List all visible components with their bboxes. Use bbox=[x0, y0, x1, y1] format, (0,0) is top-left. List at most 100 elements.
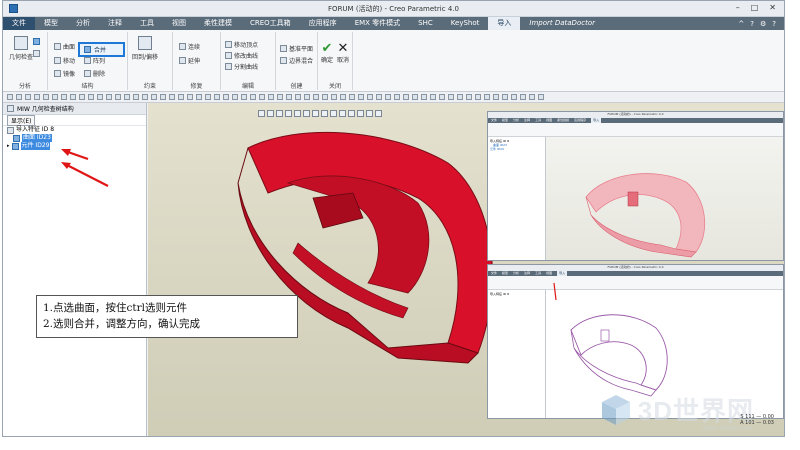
extend-button[interactable]: 延伸 bbox=[179, 56, 200, 65]
info-icon[interactable]: ? bbox=[772, 20, 776, 28]
toolbar-tool-icon[interactable] bbox=[304, 94, 310, 100]
tab-view[interactable]: 视图 bbox=[163, 17, 195, 30]
toolbar-tool-icon[interactable] bbox=[52, 94, 58, 100]
toolbar-tool-icon[interactable] bbox=[196, 94, 202, 100]
cancel-button[interactable]: ✕ 取消 bbox=[337, 42, 349, 64]
toolbar-tool-icon[interactable] bbox=[250, 94, 256, 100]
toolbar-tool-icon[interactable] bbox=[403, 94, 409, 100]
pattern-button[interactable]: 阵列 bbox=[84, 56, 105, 65]
geometry-check-button[interactable]: 几何检查 bbox=[9, 36, 33, 61]
view-tool-icon[interactable] bbox=[321, 110, 328, 117]
tab-tools[interactable]: 工具 bbox=[131, 17, 163, 30]
view-tool-icon[interactable] bbox=[276, 110, 283, 117]
toolbar-tool-icon[interactable] bbox=[160, 94, 166, 100]
toolbar-tool-icon[interactable] bbox=[538, 94, 544, 100]
split-curve-button[interactable]: 分割曲线 bbox=[225, 62, 258, 71]
toolbar-tool-icon[interactable] bbox=[349, 94, 355, 100]
toolbar-tool-icon[interactable] bbox=[268, 94, 274, 100]
toolbar-tool-icon[interactable] bbox=[124, 94, 130, 100]
ok-button[interactable]: ✔ 确定 bbox=[321, 42, 333, 64]
toolbar-tool-icon[interactable] bbox=[322, 94, 328, 100]
toolbar-tool-icon[interactable] bbox=[241, 94, 247, 100]
surface-button[interactable]: 曲面 bbox=[54, 42, 75, 51]
view-tool-icon[interactable] bbox=[339, 110, 346, 117]
view-tool-icon[interactable] bbox=[330, 110, 337, 117]
modify-curve-button[interactable]: 修改曲线 bbox=[225, 51, 258, 60]
toolbar-tool-icon[interactable] bbox=[223, 94, 229, 100]
view-tool-icon[interactable] bbox=[258, 110, 265, 117]
view-tool-icon[interactable] bbox=[357, 110, 364, 117]
toolbar-tool-icon[interactable] bbox=[358, 94, 364, 100]
toolbar-tool-icon[interactable] bbox=[25, 94, 31, 100]
toolbar-tool-icon[interactable] bbox=[70, 94, 76, 100]
toolbar-tool-icon[interactable] bbox=[259, 94, 265, 100]
tab-file[interactable]: 文件 bbox=[3, 17, 35, 30]
toolbar-tool-icon[interactable] bbox=[142, 94, 148, 100]
toolbar-tool-icon[interactable] bbox=[385, 94, 391, 100]
toolbar-tool-icon[interactable] bbox=[520, 94, 526, 100]
toolbar-tool-icon[interactable] bbox=[466, 94, 472, 100]
mirror-button[interactable]: 镜像 bbox=[54, 69, 75, 78]
toolbar-tool-icon[interactable] bbox=[79, 94, 85, 100]
toolbar-tool-icon[interactable] bbox=[421, 94, 427, 100]
view-tool-icon[interactable] bbox=[294, 110, 301, 117]
view-tool-icon[interactable] bbox=[312, 110, 319, 117]
toolbar-tool-icon[interactable] bbox=[169, 94, 175, 100]
view-tool-icon[interactable] bbox=[303, 110, 310, 117]
view-tool-icon[interactable] bbox=[375, 110, 382, 117]
delete-button[interactable]: 删除 bbox=[84, 69, 105, 78]
toolbar-tool-icon[interactable] bbox=[511, 94, 517, 100]
view-tool-icon[interactable] bbox=[348, 110, 355, 117]
toolbar-tool-icon[interactable] bbox=[475, 94, 481, 100]
tree-filter[interactable]: 显示(E) bbox=[3, 114, 146, 126]
toolbar-tool-icon[interactable] bbox=[394, 94, 400, 100]
toolbar-tool-icon[interactable] bbox=[187, 94, 193, 100]
view-tool-icon[interactable] bbox=[267, 110, 274, 117]
toolbar-tool-icon[interactable] bbox=[457, 94, 463, 100]
tab-creo-toolbox[interactable]: CREO工具箱 bbox=[241, 17, 300, 30]
toolbar-tool-icon[interactable] bbox=[430, 94, 436, 100]
move-vertex-button[interactable]: 移动顶点 bbox=[225, 40, 258, 49]
tab-flexible-modeling[interactable]: 柔性建模 bbox=[195, 17, 241, 30]
toolbar-tool-icon[interactable] bbox=[106, 94, 112, 100]
toolbar-tool-icon[interactable] bbox=[412, 94, 418, 100]
back-offset-button[interactable]: 回到/偏移 bbox=[132, 36, 158, 61]
tab-annotate[interactable]: 注释 bbox=[99, 17, 131, 30]
boundary-blend-button[interactable]: 边界混合 bbox=[280, 56, 313, 65]
tab-emx-part-mode[interactable]: EMX 零件模式 bbox=[346, 17, 409, 30]
close-button[interactable]: ✕ bbox=[769, 3, 776, 12]
toolbar-tool-icon[interactable] bbox=[88, 94, 94, 100]
merge-button[interactable]: 合并 bbox=[78, 42, 125, 57]
toolbar-tool-icon[interactable] bbox=[529, 94, 535, 100]
tab-import-datadoctor[interactable]: Import DataDoctor bbox=[520, 17, 604, 30]
tab-shc[interactable]: SHC bbox=[409, 17, 442, 30]
toolbar-tool-icon[interactable] bbox=[331, 94, 337, 100]
toolbar-tool-icon[interactable] bbox=[502, 94, 508, 100]
help-icon[interactable]: ? bbox=[750, 20, 754, 28]
toolbar-tool-icon[interactable] bbox=[34, 94, 40, 100]
toolbar-tool-icon[interactable] bbox=[115, 94, 121, 100]
toolbar-tool-icon[interactable] bbox=[232, 94, 238, 100]
toolbar-tool-icon[interactable] bbox=[7, 94, 13, 100]
toolbar-tool-icon[interactable] bbox=[313, 94, 319, 100]
toolbar-tool-icon[interactable] bbox=[214, 94, 220, 100]
continuous-button[interactable]: 连续 bbox=[179, 42, 200, 51]
toolbar-tool-icon[interactable] bbox=[43, 94, 49, 100]
toolbar-tool-icon[interactable] bbox=[61, 94, 67, 100]
toolbar-tool-icon[interactable] bbox=[340, 94, 346, 100]
toolbar-tool-icon[interactable] bbox=[133, 94, 139, 100]
collapse-ribbon-icon[interactable]: ^ bbox=[738, 20, 744, 28]
toolbar-tool-icon[interactable] bbox=[97, 94, 103, 100]
toolbar-tool-icon[interactable] bbox=[277, 94, 283, 100]
toolbar-tool-icon[interactable] bbox=[151, 94, 157, 100]
minimize-button[interactable]: – bbox=[736, 3, 740, 12]
toolbar-tool-icon[interactable] bbox=[178, 94, 184, 100]
maximize-button[interactable]: □ bbox=[751, 3, 759, 12]
check-icon[interactable] bbox=[33, 38, 40, 45]
toolbar-tool-icon[interactable] bbox=[286, 94, 292, 100]
toolbar-tool-icon[interactable] bbox=[493, 94, 499, 100]
tab-model[interactable]: 模型 bbox=[35, 17, 67, 30]
datum-plane-button[interactable]: 基准平面 bbox=[280, 44, 313, 53]
toolbar-tool-icon[interactable] bbox=[376, 94, 382, 100]
move-button[interactable]: 移动 bbox=[54, 56, 75, 65]
